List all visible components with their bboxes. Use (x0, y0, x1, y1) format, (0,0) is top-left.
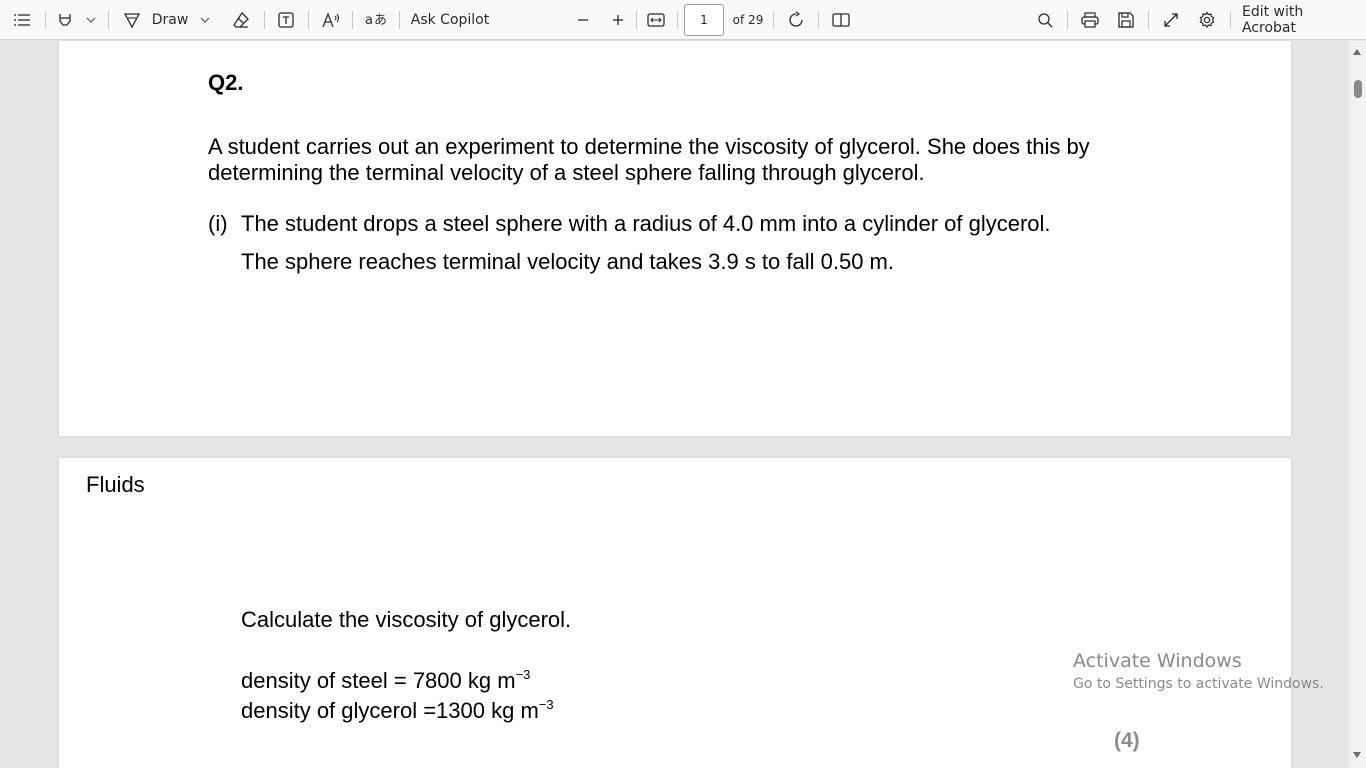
toolbar-divider (108, 11, 109, 29)
part-line-1: The student drops a steel sphere with a … (241, 211, 1051, 236)
scroll-up-arrow-icon[interactable] (1353, 49, 1361, 55)
highlight-icon[interactable] (54, 0, 76, 40)
page-header: Fluids (86, 472, 145, 497)
activate-windows-subtitle: Go to Settings to activate Windows. (1073, 676, 1324, 692)
edit-with-acrobat-button[interactable]: Edit with Acrobat (1242, 0, 1356, 40)
toolbar-divider (818, 11, 819, 29)
toolbar-divider (1067, 11, 1068, 29)
fullscreen-icon[interactable] (1159, 0, 1183, 40)
page-number-input[interactable]: 1 (684, 4, 724, 36)
density-steel-exponent: −3 (515, 667, 531, 682)
toolbar-divider (264, 11, 265, 29)
vertical-scrollbar[interactable] (1349, 41, 1366, 768)
text-box-icon[interactable] (274, 0, 298, 40)
rotate-icon[interactable] (784, 0, 808, 40)
page-total-label: of 29 (732, 13, 764, 27)
search-icon[interactable] (1033, 0, 1057, 40)
toolbar-divider (45, 11, 46, 29)
svg-text:あ: あ (374, 13, 387, 28)
page-view-icon[interactable] (829, 0, 853, 40)
scrollbar-thumb[interactable] (1354, 80, 1362, 98)
settings-icon[interactable] (1195, 0, 1219, 40)
part-line-2: The sphere reaches terminal velocity and… (241, 249, 894, 274)
zoom-out-icon[interactable] (572, 0, 594, 40)
toolbar-divider (1230, 11, 1231, 29)
translate-icon[interactable]: aあ (363, 0, 389, 40)
density-glycerol-exponent: −3 (538, 697, 554, 712)
svg-text:a: a (365, 13, 373, 28)
toolbar-divider (1148, 11, 1149, 29)
toolbar-divider (399, 11, 400, 29)
print-icon[interactable] (1078, 0, 1102, 40)
density-steel-text: density of steel = 7800 kg m (241, 668, 516, 693)
marks-label: (4) (1114, 729, 1140, 752)
density-steel-line: density of steel = 7800 kg m−3 (241, 667, 531, 697)
save-icon[interactable] (1114, 0, 1138, 40)
ask-copilot-button[interactable]: Ask Copilot (410, 0, 490, 40)
activate-windows-title: Activate Windows (1073, 650, 1242, 672)
density-glycerol-line: density of glycerol =1300 kg m−3 (241, 697, 554, 727)
scroll-down-arrow-icon[interactable] (1353, 752, 1361, 758)
eraser-icon[interactable] (229, 0, 253, 40)
toolbar-divider (677, 11, 678, 29)
contents-icon[interactable] (10, 0, 34, 40)
toolbar-divider (773, 11, 774, 29)
pdf-toolbar: Draw aあ Ask Copilot 1 of 29 Edit with Ac… (0, 0, 1366, 40)
toolbar-divider (636, 11, 637, 29)
highlight-options-chevron-icon[interactable] (82, 0, 100, 40)
question-title: Q2. (208, 70, 244, 95)
intro-line-1: A student carries out an experiment to d… (208, 134, 1090, 159)
density-glycerol-text: density of glycerol =1300 kg m (241, 698, 539, 723)
pdf-page-2: Fluids Calculate the viscosity of glycer… (59, 458, 1291, 768)
toolbar-divider (352, 11, 353, 29)
pdf-page-1: Q2. A student carries out an experiment … (59, 41, 1291, 436)
draw-icon[interactable] (120, 0, 144, 40)
zoom-in-icon[interactable] (607, 0, 629, 40)
instruction-text: Calculate the viscosity of glycerol. (241, 607, 572, 632)
read-aloud-icon[interactable] (319, 0, 343, 40)
intro-line-2: determining the terminal velocity of a s… (208, 160, 925, 185)
draw-options-chevron-icon[interactable] (196, 0, 214, 40)
toolbar-divider (308, 11, 309, 29)
fit-width-icon[interactable] (644, 0, 668, 40)
part-label: (i) (208, 211, 228, 236)
draw-button[interactable]: Draw (150, 0, 190, 40)
